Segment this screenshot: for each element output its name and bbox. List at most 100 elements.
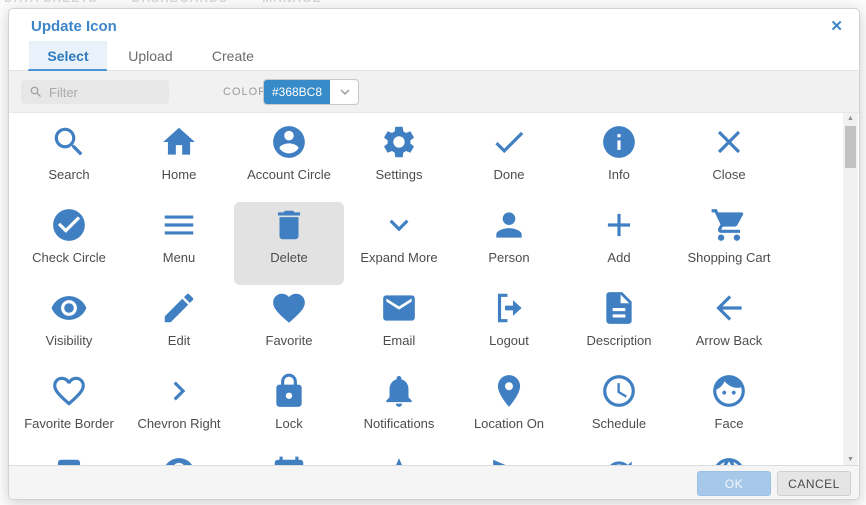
schedule-icon bbox=[600, 372, 638, 410]
edit-icon bbox=[160, 289, 198, 327]
icon-cell-delete[interactable]: Delete bbox=[234, 202, 344, 285]
add-icon bbox=[600, 206, 638, 244]
icon-label: Face bbox=[714, 416, 744, 431]
icon-label: Check Circle bbox=[32, 250, 106, 265]
icon-cell-location_on[interactable]: Location On bbox=[454, 368, 564, 451]
tab-upload[interactable]: Upload bbox=[111, 41, 189, 71]
dialog-tabs: Select Upload Create bbox=[9, 41, 859, 72]
icon-cell-person[interactable]: Person bbox=[454, 202, 564, 285]
icon-cell-star[interactable] bbox=[344, 451, 454, 466]
icon-cell-email[interactable]: Email bbox=[344, 285, 454, 368]
visibility-icon bbox=[50, 289, 88, 327]
icon-label: Account Circle bbox=[247, 167, 331, 182]
dialog-header: Update Icon ✕ bbox=[9, 9, 859, 41]
icon-cell-edit[interactable]: Edit bbox=[124, 285, 234, 368]
icon-cell-menu[interactable]: Menu bbox=[124, 202, 234, 285]
scrollbar-up-arrow[interactable]: ▲ bbox=[843, 113, 858, 125]
icon-cell-settings[interactable]: Settings bbox=[344, 119, 454, 202]
face-icon bbox=[710, 372, 748, 410]
icon-label: Expand More bbox=[360, 250, 438, 265]
chevron-down-icon bbox=[340, 89, 350, 95]
icon-cell-favorite_border[interactable]: Favorite Border bbox=[14, 368, 124, 451]
expand-more-icon bbox=[380, 206, 418, 244]
icon-label: Info bbox=[608, 167, 630, 182]
delete-icon bbox=[270, 206, 308, 244]
icon-cell-description[interactable]: Description bbox=[564, 285, 674, 368]
update-icon-dialog: Update Icon ✕ Select Upload Create COLOR… bbox=[8, 8, 860, 500]
icon-label: Location On bbox=[473, 416, 545, 431]
home-icon bbox=[160, 123, 198, 161]
icon-cell-schedule[interactable]: Schedule bbox=[564, 368, 674, 451]
icon-label: Email bbox=[382, 333, 416, 348]
icon-label: Close bbox=[712, 167, 746, 182]
icon-label: Edit bbox=[167, 333, 191, 348]
icon-cell-bookmark[interactable] bbox=[14, 451, 124, 466]
bg-nav-item: DASHBOARDS bbox=[132, 0, 228, 5]
tab-select[interactable]: Select bbox=[28, 41, 107, 72]
icon-cell-lock[interactable]: Lock bbox=[234, 368, 344, 451]
icon-cell-language[interactable] bbox=[674, 451, 784, 466]
color-label: COLOR bbox=[223, 86, 268, 98]
color-dropdown[interactable]: #368BC8 bbox=[263, 79, 359, 105]
icon-label: Menu bbox=[162, 250, 196, 265]
background-page-nav: DATA SHEETS DASHBOARDS MANAGE bbox=[0, 0, 866, 8]
icon-cell-face[interactable]: Face bbox=[674, 368, 784, 451]
icon-cell-notifications[interactable]: Notifications bbox=[344, 368, 454, 451]
icon-cell-help[interactable] bbox=[124, 451, 234, 466]
person-icon bbox=[490, 206, 528, 244]
icon-cell-home[interactable]: Home bbox=[124, 119, 234, 202]
icon-label: Visibility bbox=[45, 333, 93, 348]
dialog-title: Update Icon bbox=[31, 18, 117, 35]
icon-cell-favorite[interactable]: Favorite bbox=[234, 285, 344, 368]
filter-box bbox=[21, 80, 169, 104]
bg-nav-item: MANAGE bbox=[262, 0, 321, 5]
icon-cell-send[interactable] bbox=[454, 451, 564, 466]
menu-icon bbox=[160, 206, 198, 244]
info-icon bbox=[600, 123, 638, 161]
logout-icon bbox=[490, 289, 528, 327]
search-icon bbox=[30, 86, 41, 97]
icon-cell-check_circle[interactable]: Check Circle bbox=[14, 202, 124, 285]
settings-icon bbox=[380, 123, 418, 161]
icon-cell-arrow_back[interactable]: Arrow Back bbox=[674, 285, 784, 368]
icon-cell-add[interactable]: Add bbox=[564, 202, 674, 285]
done-icon bbox=[490, 123, 528, 161]
icon-label: Schedule bbox=[591, 416, 647, 431]
icon-label: Search bbox=[48, 167, 90, 182]
icon-cell-event[interactable] bbox=[234, 451, 344, 466]
icon-cell-info[interactable]: Info bbox=[564, 119, 674, 202]
tab-create[interactable]: Create bbox=[194, 41, 272, 71]
icon-grid: Search Home Account Circle Settings Done Info… bbox=[9, 113, 844, 466]
icon-cell-search[interactable]: Search bbox=[14, 119, 124, 202]
icon-label: Done bbox=[493, 167, 525, 182]
close-icon[interactable]: ✕ bbox=[826, 15, 847, 37]
icon-label: Delete bbox=[270, 250, 308, 265]
icon-label: Add bbox=[607, 250, 631, 265]
ok-button[interactable]: OK bbox=[697, 471, 771, 496]
scrollbar-thumb[interactable] bbox=[845, 126, 856, 168]
close-icon bbox=[710, 123, 748, 161]
favorite-icon bbox=[270, 289, 308, 327]
icon-cell-logout[interactable]: Logout bbox=[454, 285, 564, 368]
icon-cell-expand_more[interactable]: Expand More bbox=[344, 202, 454, 285]
icon-label: Logout bbox=[489, 333, 529, 348]
icon-cell-done[interactable]: Done bbox=[454, 119, 564, 202]
icon-cell-refresh[interactable] bbox=[564, 451, 674, 466]
filter-toolbar: COLOR #368BC8 bbox=[9, 71, 859, 113]
icon-label: Notifications bbox=[363, 416, 435, 431]
cancel-button[interactable]: CANCEL bbox=[777, 471, 851, 496]
icon-cell-close[interactable]: Close bbox=[674, 119, 784, 202]
lock-icon bbox=[270, 372, 308, 410]
chevron-right-icon bbox=[160, 372, 198, 410]
icon-cell-shopping_cart[interactable]: Shopping Cart bbox=[674, 202, 784, 285]
icon-label: Chevron Right bbox=[137, 416, 221, 431]
scrollbar[interactable]: ▲ ▼ bbox=[843, 113, 858, 466]
icon-cell-account_circle[interactable]: Account Circle bbox=[234, 119, 344, 202]
shopping-cart-icon bbox=[710, 206, 748, 244]
color-swatch[interactable]: #368BC8 bbox=[264, 80, 330, 104]
icon-cell-visibility[interactable]: Visibility bbox=[14, 285, 124, 368]
icon-cell-chevron_right[interactable]: Chevron Right bbox=[124, 368, 234, 451]
filter-input[interactable] bbox=[49, 80, 164, 104]
bg-nav-item: DATA SHEETS bbox=[4, 0, 97, 5]
notifications-icon bbox=[380, 372, 418, 410]
